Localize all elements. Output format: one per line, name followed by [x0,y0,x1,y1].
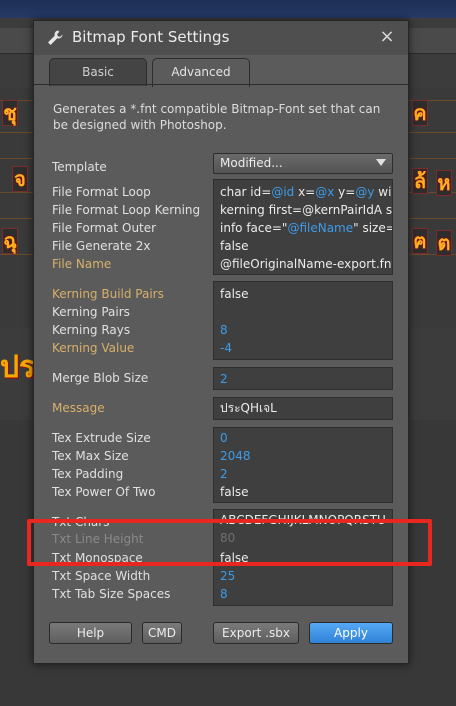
tex-power-of-two-label: Tex Power Of Two [52,485,156,499]
txt-space-width-label: Txt Space Width [52,569,151,583]
tab-advanced[interactable]: Advanced [152,58,250,87]
kerning-value-label: Kerning Value [52,341,135,355]
file-format-loop-kerning-field[interactable]: kerning first=@kernPairIdA sec [220,201,392,219]
file-format-outer-label: File Format Outer [52,221,157,235]
merge-blob-size-label: Merge Blob Size [52,371,149,385]
tex-settings-group: 0 2048 2 false [213,427,393,503]
tex-max-size-label: Tex Max Size [52,449,129,463]
cmd-button[interactable]: CMD [142,622,182,644]
kerning-rays-label: Kerning Rays [52,323,131,337]
message-label: Message [52,401,105,415]
glyph-cell: ต [436,230,452,256]
highlight-box [27,519,432,566]
file-settings-group: char id=@id x=@x y=@y width= kerning fir… [213,179,393,275]
txt-tab-size-spaces-label: Txt Tab Size Spaces [52,587,171,601]
file-name-field[interactable]: @fileOriginalName-export.fnt [220,255,392,273]
kerning-pairs-label: Kerning Pairs [52,305,130,319]
message-group: ประQHเจL [213,397,393,420]
tex-extrude-size-field[interactable]: 0 [220,429,228,447]
txt-space-width-field[interactable]: 25 [220,567,235,585]
kerning-build-pairs-field[interactable]: false [220,285,249,303]
glyph-cell: จ [12,166,28,192]
tex-padding-field[interactable]: 2 [220,465,228,483]
tex-padding-label: Tex Padding [52,467,124,481]
kerning-value-field[interactable]: -4 [220,339,232,357]
txt-tab-size-spaces-field[interactable]: 8 [220,585,228,603]
dropdown-arrow-icon [376,159,386,166]
template-select[interactable]: Modified... [213,153,393,174]
glyph-cell: ห [436,170,452,196]
kerning-settings-group: false 8 -4 [213,281,393,360]
kerning-rays-field[interactable]: 8 [220,321,228,339]
export-sbx-button[interactable]: Export .sbx [213,622,299,644]
dialog-title: Bitmap Font Settings [72,28,230,46]
file-format-loop-kerning-label: File Format Loop Kerning [52,203,201,217]
merge-blob-size-group: 2 [213,367,393,390]
file-format-loop-label: File Format Loop [52,185,151,199]
template-value: Modified... [220,156,283,170]
apply-button[interactable]: Apply [309,622,393,644]
file-generate-2x-label: File Generate 2x [52,239,151,253]
kerning-build-pairs-label: Kerning Build Pairs [52,287,164,301]
app-title-bar [0,0,456,18]
file-name-label: File Name [52,257,112,271]
tex-max-size-field[interactable]: 2048 [220,447,251,465]
glyph-cell: ค [412,100,428,126]
preview-text: ปร [0,350,36,385]
bitmap-font-settings-dialog: Bitmap Font Settings × Basic Advanced Ge… [27,20,432,664]
help-button[interactable]: Help [49,622,132,644]
dialog-title-bar[interactable]: Bitmap Font Settings × [34,21,408,55]
tex-extrude-size-label: Tex Extrude Size [52,431,151,445]
tab-bar: Basic Advanced [34,55,408,87]
file-format-outer-field[interactable]: info face="@fileName" size=36 [220,219,392,237]
message-field[interactable]: ประQHเจL [220,399,277,417]
merge-blob-size-field[interactable]: 2 [220,370,228,388]
file-generate-2x-field[interactable]: false [220,237,249,255]
file-format-loop-field[interactable]: char id=@id x=@x y=@y width= [220,183,392,201]
tab-basic[interactable]: Basic [49,58,147,86]
glyph-cell: ล้ [412,168,428,194]
tab-divider [34,84,408,85]
glyph-cell: ฅ [412,228,428,254]
glyph-cell: ฉุ [2,228,18,254]
tex-power-of-two-field[interactable]: false [220,483,249,501]
close-icon[interactable]: × [378,27,396,47]
template-label: Template [52,160,107,174]
glyph-cell: ชุ [2,100,18,126]
wrench-icon [46,29,64,47]
dialog-description: Generates a *.fnt compatible Bitmap-Font… [53,102,381,132]
